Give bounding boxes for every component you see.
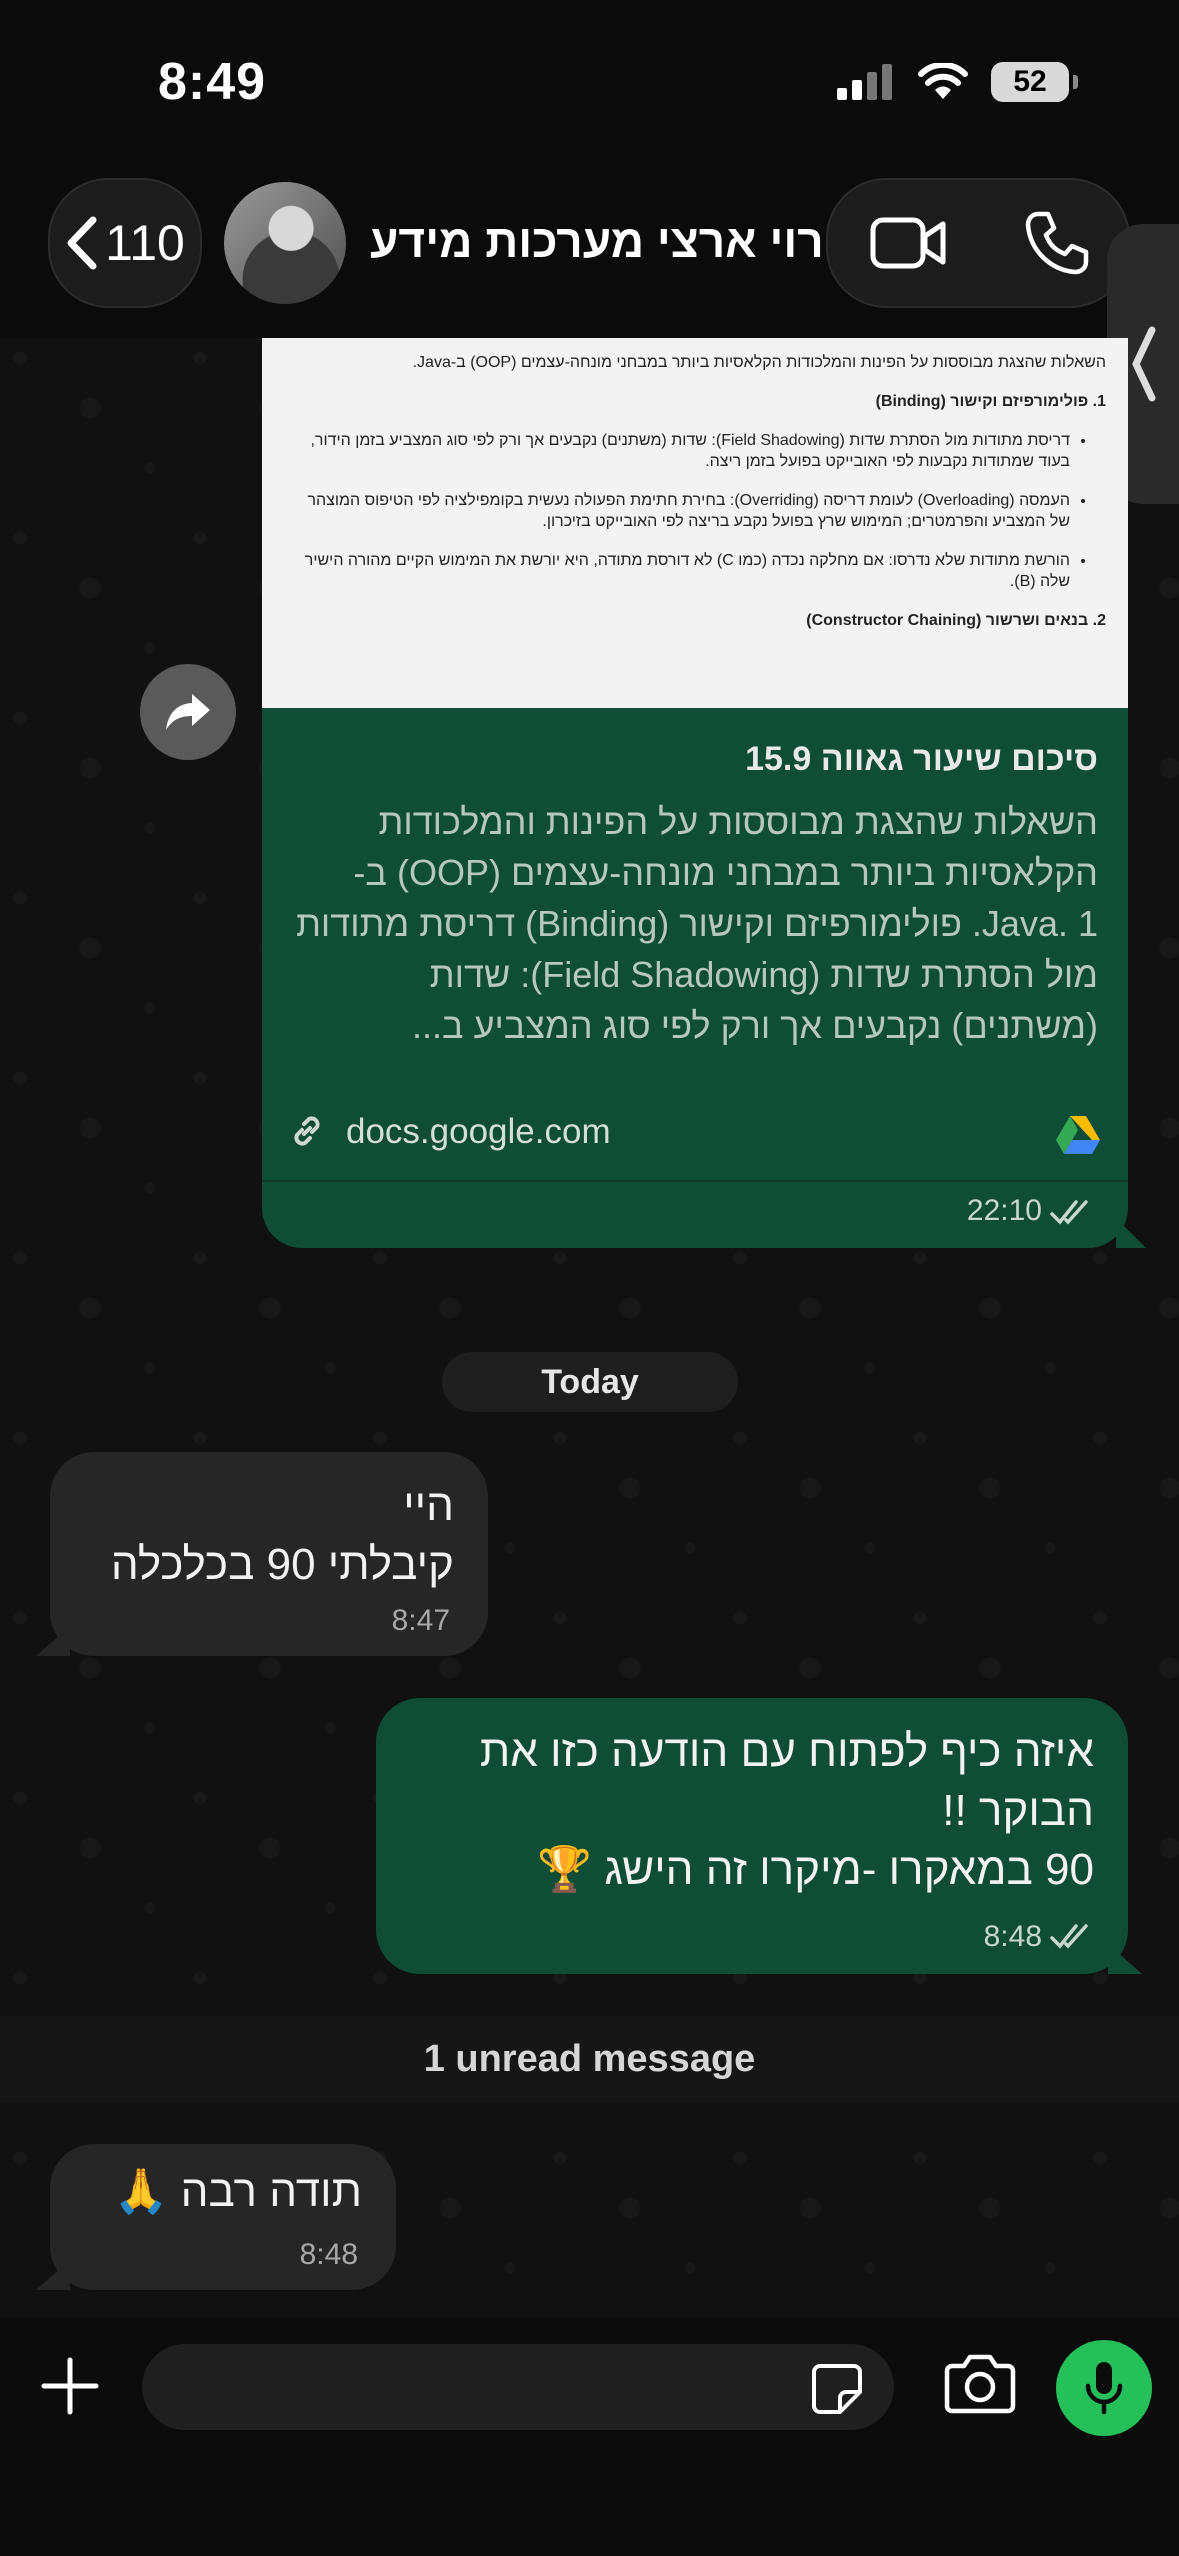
unread-chats-count: 110 <box>105 215 185 271</box>
forward-icon <box>166 694 210 730</box>
google-drive-icon <box>1056 1116 1100 1154</box>
divider <box>262 1180 1128 1182</box>
status-icons: 52 <box>835 62 1078 102</box>
unread-divider: 1 unread message <box>0 2016 1179 2102</box>
message-text-line: 90 במאקרו -מיקרו זה הישג 🏆 <box>537 1845 1094 1894</box>
cellular-signal-icon <box>837 64 892 100</box>
doc-intro: השאלות שהצגת מבוססות על הפינות והמלכודות… <box>412 354 1106 371</box>
document-preview-image[interactable]: השאלות שהצגת מבוססות על הפינות והמלכודות… <box>262 338 1128 708</box>
date-divider: Today <box>442 1352 738 1412</box>
composer-bar <box>0 2318 1179 2556</box>
message-time: 8:47 <box>391 1604 450 1637</box>
wifi-icon <box>918 63 968 99</box>
status-time: 8:49 <box>158 53 267 111</box>
doc-section-heading: 2. בנאים ושרשור (Constructor Chaining) <box>806 612 1106 629</box>
double-check-icon <box>1050 1924 1088 1949</box>
forward-button[interactable] <box>140 664 236 760</box>
camera-icon[interactable] <box>944 2352 1016 2414</box>
link-description: השאלות שהצגת מבוססות על הפינות והמלכודות… <box>296 801 1098 1046</box>
sticker-icon[interactable] <box>810 2362 864 2416</box>
doc-bullet: דריסת מתודות מול הסתרת שדות (Field Shado… <box>284 430 1070 472</box>
contact-name[interactable]: רוי ארצי מערכות מידע <box>370 214 824 268</box>
message-time: 8:48 <box>299 2238 358 2271</box>
link-icon <box>294 1116 320 1146</box>
voice-message-button[interactable] <box>1056 2340 1152 2436</box>
message-text-line: תודה רבה 🙏 <box>113 2167 362 2216</box>
battery-indicator: 52 <box>991 62 1078 102</box>
contact-avatar[interactable] <box>224 182 346 304</box>
incoming-message[interactable]: היי קיבלתי 90 בכלכלה 8:47 <box>50 1452 488 1656</box>
video-call-icon[interactable] <box>870 214 946 272</box>
doc-section-heading: 1. פולימורפיזם וקישור (Binding) <box>875 393 1106 410</box>
back-chevron-icon <box>67 216 97 270</box>
microphone-icon <box>1085 2362 1123 2415</box>
message-text-line: הבוקר !! <box>942 1786 1094 1835</box>
link-preview-message[interactable]: השאלות שהצגת מבוססות על הפינות והמלכודות… <box>262 338 1128 1248</box>
message-input[interactable] <box>142 2344 894 2430</box>
double-check-icon <box>1050 1200 1088 1225</box>
chat-header: 110 רוי ארצי מערכות מידע <box>0 170 1179 338</box>
chevron-left-icon <box>1132 326 1156 402</box>
doc-bullet-list: דריסת מתודות מול הסתרת שדות (Field Shado… <box>284 430 1088 592</box>
back-button[interactable]: 110 <box>48 178 202 308</box>
outgoing-message[interactable]: איזה כיף לפתוח עם הודעה כזו את הבוקר !! … <box>376 1698 1128 1974</box>
message-text-line: היי <box>403 1481 454 1530</box>
call-actions <box>826 178 1130 308</box>
doc-bullet: הורשת מתודות שלא נדרסו: אם מחלקה נכדה (כ… <box>284 550 1070 592</box>
message-time: 22:10 <box>966 1194 1042 1227</box>
link-url-row[interactable]: docs.google.com <box>262 1084 1128 1180</box>
message-text-line: איזה כיף לפתוח עם הודעה כזו את <box>479 1727 1094 1776</box>
message-time: 8:48 <box>983 1920 1042 1953</box>
link-url[interactable]: docs.google.com <box>346 1112 611 1152</box>
doc-bullet: העמסה (Overloading) לעומת דריסה (Overrid… <box>284 490 1070 532</box>
phone-icon[interactable] <box>1024 210 1090 276</box>
message-text-line: קיבלתי 90 בכלכלה <box>110 1540 454 1589</box>
incoming-message[interactable]: תודה רבה 🙏 8:48 <box>50 2144 396 2290</box>
plus-icon[interactable] <box>38 2354 102 2418</box>
link-title: סיכום שיעור גאווה 15.9 <box>745 740 1098 778</box>
